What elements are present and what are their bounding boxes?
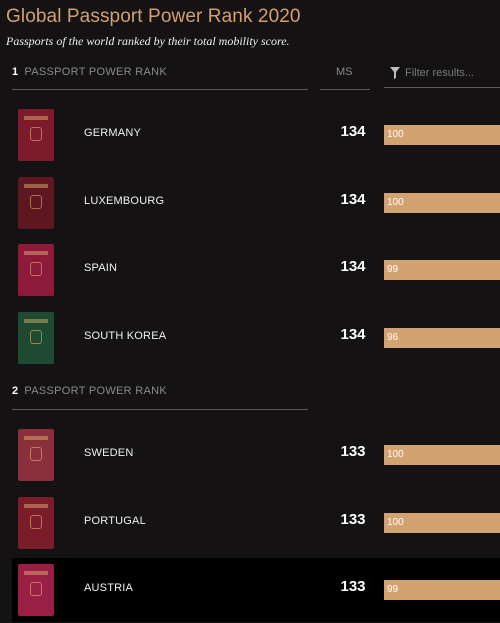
coat-of-arms-icon [30,127,42,141]
coat-of-arms-icon [30,447,42,461]
coat-of-arms-icon [30,262,42,276]
mobility-score: 134 [340,258,366,275]
mobility-score: 134 [340,325,366,343]
list-item[interactable]: SWEDEN 133 100 [12,423,500,487]
score-bar-label: 100 [387,516,404,528]
passport-text-decoration [24,571,48,575]
ms-column-header: MS [336,66,353,78]
coat-of-arms-icon [30,514,42,529]
list-item[interactable]: SPAIN 134 99 [12,238,500,302]
score-bar: 96 [384,327,500,348]
passport-text-decoration [24,318,48,323]
passport-image [18,496,54,549]
filter-box[interactable] [384,58,500,88]
rank-number: 1 [12,66,19,78]
passport-text-decoration [24,503,48,508]
score-bar: 100 [384,192,500,213]
mobility-score: 133 [340,510,366,528]
score-bar-label: 100 [387,449,404,460]
mobility-score: 134 [340,190,366,208]
list-item[interactable]: SOUTH KOREA 134 96 [12,306,500,370]
rank-group-header-2: 2 PASSPORT POWER RANK [12,385,167,405]
passport-text-decoration [24,116,48,120]
divider [12,89,308,90]
filter-input[interactable] [405,66,495,79]
passport-image [18,311,54,364]
score-bar: 99 [384,260,500,280]
rank-label: PASSPORT POWER RANK [24,66,168,78]
divider [12,409,308,410]
list-item[interactable]: LUXEMBOURG 134 100 [12,171,500,235]
passport-text-decoration [24,183,48,188]
score-bar-label: 100 [387,196,404,208]
passport-text-decoration [24,251,48,255]
page-subtitle: Passports of the world ranked by their t… [6,34,290,48]
coat-of-arms-icon [30,329,42,344]
rank-group-header-1: 1 PASSPORT POWER RANK [12,66,167,86]
coat-of-arms-icon [30,582,42,596]
passport-image [18,244,54,296]
rank-number: 2 [12,385,19,397]
country-name: SWEDEN [84,447,134,459]
country-name: LUXEMBOURG [84,194,165,207]
country-name: GERMANY [84,127,142,139]
list-item[interactable]: AUSTRIA 133 99 [12,558,500,622]
score-bar-label: 99 [387,584,399,595]
passport-image [18,109,54,161]
country-name: SOUTH KOREA [84,329,167,342]
mobility-score: 134 [340,123,366,140]
score-bar-label: 96 [387,331,399,343]
filter-icon [390,66,400,79]
passport-text-decoration [24,436,48,440]
score-bar: 100 [384,125,500,145]
list-item[interactable]: GERMANY 134 100 [12,103,500,167]
country-name: PORTUGAL [84,514,146,527]
passport-image [18,176,54,229]
page-title: Global Passport Power Rank 2020 [6,6,301,27]
score-bar-label: 99 [387,264,399,275]
mobility-score: 133 [340,578,366,595]
divider [320,89,370,90]
passport-image [18,564,54,616]
country-name: SPAIN [84,262,118,274]
rank-label: PASSPORT POWER RANK [24,385,168,397]
score-bar: 100 [384,445,500,465]
passport-image [18,429,54,481]
list-item[interactable]: PORTUGAL 133 100 [12,491,500,555]
score-bar: 99 [384,580,500,600]
coat-of-arms-icon [30,194,42,209]
score-bar-label: 100 [387,129,404,140]
mobility-score: 133 [340,443,366,460]
country-name: AUSTRIA [84,582,134,594]
score-bar: 100 [384,512,500,533]
